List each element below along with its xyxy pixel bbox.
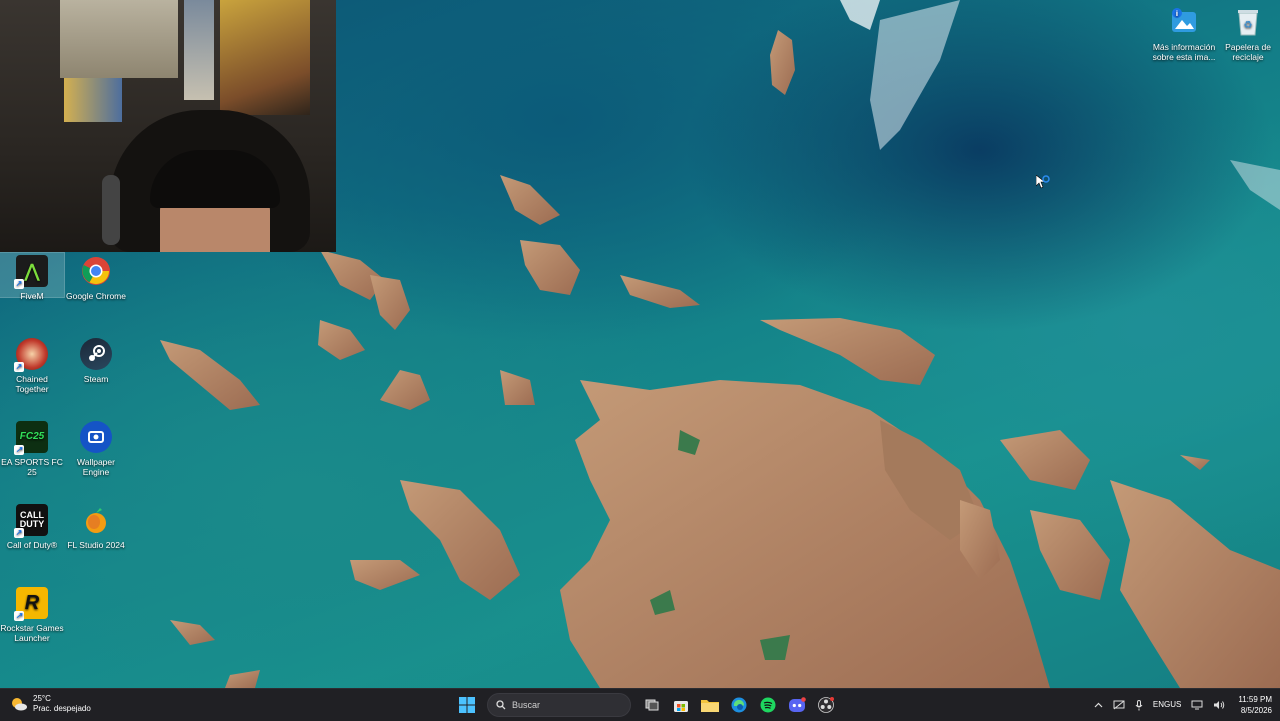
microsoft-store-button[interactable] xyxy=(668,692,694,718)
clock-date: 8/5/2026 xyxy=(1240,706,1272,715)
weather-text: 25°C Prac. despejado xyxy=(33,694,91,714)
headphones xyxy=(102,175,120,245)
desktop-icon-call-of-duty[interactable]: CALL DUTY ↗ Call of Duty® xyxy=(0,502,64,550)
desktop-icon-recycle-bin[interactable]: ♻ Papelera de reciclaje xyxy=(1216,4,1280,62)
weather-sun-cloud-icon xyxy=(12,698,27,711)
fl-studio-icon xyxy=(80,504,112,536)
edge-button[interactable] xyxy=(726,692,752,718)
desktop-icon-fivem[interactable]: ⋀ ↗ FiveM xyxy=(0,252,65,301)
microsoft-store-icon xyxy=(673,701,688,712)
discord-button[interactable] xyxy=(784,692,810,718)
search-placeholder: Buscar xyxy=(512,700,541,710)
obs-button[interactable] xyxy=(813,692,839,718)
language-bottom: US xyxy=(1170,700,1182,709)
mouse-cursor-busy xyxy=(1035,174,1052,196)
network-button[interactable] xyxy=(1113,700,1125,710)
desktop-icon-label: EA SPORTS FC 25 xyxy=(1,457,63,477)
taskbar-search-box[interactable]: Buscar xyxy=(487,693,631,717)
desktop-icon-wallpaper-engine[interactable]: Wallpaper Engine xyxy=(64,419,128,477)
desktop-icon-label: Chained Together xyxy=(15,374,49,394)
chained-together-icon: ↗ xyxy=(14,338,48,372)
file-explorer-button[interactable] xyxy=(697,692,723,718)
svg-text:♻: ♻ xyxy=(1244,20,1253,31)
desktop-icon-ea-sports-fc-25[interactable]: FC25 ↗ EA SPORTS FC 25 xyxy=(0,419,64,477)
ea-sports-fc-icon: FC25 ↗ xyxy=(14,421,48,455)
folder-icon xyxy=(700,700,719,712)
microphone-button[interactable] xyxy=(1135,699,1143,711)
taskbar-clock[interactable]: 11:59 PM 8/5/2026 xyxy=(1238,694,1272,716)
spotlight-info-icon: i xyxy=(1168,6,1200,38)
rockstar-icon: R ↗ xyxy=(14,587,48,621)
display-button[interactable] xyxy=(1191,700,1203,710)
desktop-icon-label: Más información sobre esta ima... xyxy=(1152,42,1216,62)
desktop-icon-label: FL Studio 2024 xyxy=(67,540,125,550)
weather-widget[interactable]: 25°C Prac. despejado xyxy=(10,694,91,714)
language-indicator[interactable]: ENG US xyxy=(1153,700,1181,710)
spotify-icon xyxy=(760,697,775,713)
wall-poster xyxy=(64,78,122,122)
desktop-icon-steam[interactable]: Steam xyxy=(64,336,128,384)
weather-temp: 25°C xyxy=(33,694,51,703)
taskbar: 25°C Prac. despejado Buscar ENG US 11:59… xyxy=(0,688,1280,721)
steam-icon xyxy=(80,338,112,370)
monitor-icon xyxy=(1191,700,1203,710)
system-tray: ENG US 11:59 PM 8/5/2026 xyxy=(1089,689,1272,721)
microphone-icon xyxy=(1135,699,1143,710)
desktop-icon-label: Steam xyxy=(83,374,109,384)
desktop-icon-label: Call of Duty® xyxy=(6,540,58,550)
clock-time: 11:59 PM xyxy=(1238,695,1272,704)
chevron-up-icon xyxy=(1094,702,1103,708)
desktop-icon-label: Rockstar Games Launcher xyxy=(0,623,64,643)
chrome-icon xyxy=(80,255,112,287)
fivem-icon: ⋀ ↗ xyxy=(14,255,48,289)
wallpaper-engine-icon xyxy=(80,421,112,453)
wall-poster xyxy=(184,0,214,100)
speaker-icon xyxy=(1214,701,1225,709)
discord-icon xyxy=(788,697,806,712)
call-of-duty-icon: CALL DUTY ↗ xyxy=(14,504,48,538)
taskbar-center: Buscar xyxy=(452,692,840,718)
edge-icon xyxy=(731,697,746,713)
desktop-icon-chained-together[interactable]: ↗ Chained Together xyxy=(0,336,64,394)
webcam-overlay xyxy=(0,0,336,252)
desktop-icon-fl-studio-2024[interactable]: FL Studio 2024 xyxy=(64,502,128,550)
volume-button[interactable] xyxy=(1213,700,1225,710)
task-view-button[interactable] xyxy=(639,692,665,718)
svg-text:i: i xyxy=(1176,10,1178,18)
desktop-icon-label: Google Chrome xyxy=(65,291,126,301)
show-hidden-icons-button[interactable] xyxy=(1094,702,1103,708)
spotify-button[interactable] xyxy=(755,692,781,718)
start-button[interactable] xyxy=(454,692,480,718)
task-view-icon xyxy=(645,699,658,711)
wall-poster xyxy=(220,0,310,115)
search-icon xyxy=(496,700,506,710)
desktop-icon-spotlight-info[interactable]: i Más información sobre esta ima... xyxy=(1152,4,1216,62)
obs-icon xyxy=(817,697,834,713)
network-icon xyxy=(1113,700,1125,710)
weather-desc: Prac. despejado xyxy=(33,704,91,713)
wall-poster xyxy=(60,0,178,78)
language-top: ENG xyxy=(1152,700,1171,709)
desktop-icon-rockstar-games-launcher[interactable]: R ↗ Rockstar Games Launcher xyxy=(0,585,64,643)
desktop-icon-google-chrome[interactable]: Google Chrome xyxy=(64,253,128,301)
desktop-icon-label: FiveM xyxy=(20,291,44,301)
desktop-icon-label: Papelera de reciclaje xyxy=(1225,42,1271,62)
recycle-bin-icon: ♻ xyxy=(1232,6,1264,38)
windows-start-icon xyxy=(458,697,475,713)
desktop-icon-label: Wallpaper Engine xyxy=(77,457,115,477)
